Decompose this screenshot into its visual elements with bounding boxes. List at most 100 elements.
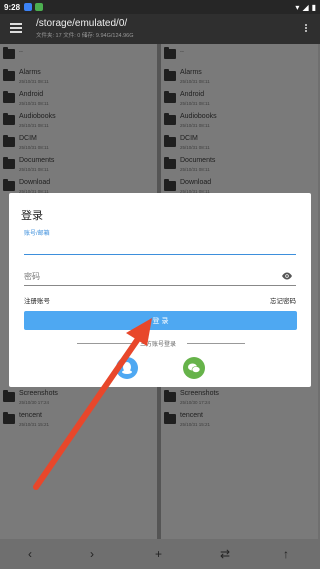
list-item[interactable]: .. — [161, 44, 318, 66]
current-path: /storage/emulated/0/ — [36, 18, 128, 29]
file-date: 25/10/31 08:11 — [19, 101, 49, 106]
folder-icon — [3, 157, 15, 169]
file-date: 25/10/31 08:11 — [180, 101, 210, 106]
file-name: tencent — [180, 412, 203, 419]
signal-icon: ◢ — [302, 2, 309, 12]
file-name: Alarms — [19, 69, 41, 76]
file-name: Screenshots — [180, 390, 219, 397]
file-name: Alarms — [180, 69, 202, 76]
file-name: .. — [19, 47, 23, 54]
wechat-login-button[interactable] — [183, 357, 205, 379]
folder-icon — [3, 91, 15, 103]
file-name: Download — [19, 179, 51, 186]
list-item[interactable]: DCIM 25/10/31 08:11 — [161, 132, 318, 154]
file-date: 25/10/31 15:21 — [180, 422, 211, 427]
folder-icon — [164, 179, 176, 191]
file-name: Download — [180, 179, 212, 186]
qq-penguin-icon — [122, 362, 132, 374]
file-name: Screenshots — [19, 390, 58, 397]
file-date: 25/10/31 08:11 — [19, 167, 49, 172]
list-item[interactable]: Screenshots 25/10/30 17:24 — [0, 387, 157, 409]
file-date: 25/10/30 17:24 — [180, 400, 211, 405]
folder-icon — [3, 113, 15, 125]
file-name: Documents — [19, 157, 55, 164]
file-name: .. — [180, 47, 184, 54]
folder-icon — [164, 91, 176, 103]
folder-icon — [3, 135, 15, 147]
list-item[interactable]: .. — [0, 44, 157, 66]
folder-icon — [3, 412, 15, 424]
file-name: Documents — [180, 157, 216, 164]
file-name: DCIM — [180, 135, 198, 142]
swap-icon[interactable]: ⇄ — [220, 547, 230, 561]
third-party-login-label: 三方账号登录 — [140, 342, 177, 348]
account-field-label: 账号/邮箱 — [24, 231, 50, 237]
list-item[interactable]: Screenshots 25/10/30 17:24 — [161, 387, 318, 409]
file-name: Android — [180, 91, 205, 98]
battery-icon: ▮ — [311, 2, 316, 12]
password-field[interactable] — [24, 268, 279, 284]
list-item[interactable]: Documents 25/10/31 08:11 — [161, 154, 318, 176]
file-name: DCIM — [19, 135, 37, 142]
list-item[interactable]: DCIM 25/10/31 08:11 — [0, 132, 157, 154]
file-date: 25/10/31 08:11 — [180, 145, 210, 150]
folder-icon — [3, 69, 15, 81]
status-time: 9:28 — [4, 2, 21, 12]
dialog-title: 登录 — [21, 210, 43, 222]
folder-icon — [164, 113, 176, 125]
android-notification-icon — [35, 3, 44, 11]
divider-line-left — [77, 343, 135, 344]
login-button[interactable]: 登 录 — [24, 311, 297, 330]
account-field[interactable] — [24, 254, 296, 255]
list-item[interactable]: tencent 25/10/31 15:21 — [161, 409, 318, 431]
list-item[interactable]: tencent 25/10/31 15:21 — [0, 409, 157, 431]
app-bar: /storage/emulated/0/ 文件夹: 17 文件: 0 储存: 9… — [0, 14, 320, 44]
hamburger-menu-icon[interactable] — [10, 23, 22, 33]
file-name: Android — [19, 91, 44, 98]
folder-icon — [3, 390, 15, 402]
file-date: 25/10/30 17:24 — [19, 400, 50, 405]
divider-line-right — [187, 343, 245, 344]
list-item[interactable]: Android 25/10/31 08:11 — [161, 88, 318, 110]
file-date: 25/10/31 08:11 — [19, 123, 49, 128]
file-name: tencent — [19, 412, 42, 419]
password-underline — [24, 285, 296, 286]
list-item[interactable]: Documents 25/10/31 08:11 — [0, 154, 157, 176]
status-bar: 9:28 ▾ ◢ ▮ — [0, 0, 320, 14]
show-password-eye-icon[interactable] — [281, 272, 293, 280]
register-link[interactable]: 注册账号 — [24, 295, 50, 305]
wifi-icon: ▾ — [295, 2, 300, 12]
list-item[interactable]: Android 25/10/31 08:11 — [0, 88, 157, 110]
app-notification-icon — [24, 3, 33, 11]
folder-icon — [3, 179, 15, 191]
list-item[interactable]: Audiobooks 25/10/31 08:11 — [161, 110, 318, 132]
storage-summary: 文件夹: 17 文件: 0 储存: 9.94G/124.96G — [36, 33, 134, 39]
folder-icon — [3, 47, 15, 59]
file-date: 25/10/31 08:11 — [180, 167, 210, 172]
file-date: 25/10/31 08:11 — [180, 123, 210, 128]
file-date: 25/10/31 08:11 — [180, 79, 210, 84]
add-icon[interactable]: + — [155, 547, 162, 561]
file-date: 25/10/31 08:11 — [19, 79, 49, 84]
file-date: 25/10/31 15:21 — [19, 422, 50, 427]
file-name: Audiobooks — [180, 113, 217, 120]
forgot-password-link[interactable]: 忘记密码 — [270, 295, 296, 305]
login-dialog: 登录 账号/邮箱 注册账号 忘记密码 登 录 三方账号登录 — [9, 193, 311, 387]
more-options-icon[interactable] — [305, 24, 308, 34]
forward-icon[interactable]: › — [90, 547, 94, 561]
wechat-icon — [188, 363, 201, 373]
status-icons: ▾ ◢ ▮ — [295, 3, 316, 12]
folder-icon — [164, 412, 176, 424]
folder-icon — [164, 390, 176, 402]
list-item[interactable]: Audiobooks 25/10/31 08:11 — [0, 110, 157, 132]
folder-icon — [164, 135, 176, 147]
file-name: Audiobooks — [19, 113, 56, 120]
up-arrow-icon[interactable]: ↑ — [283, 547, 289, 561]
folder-icon — [164, 47, 176, 59]
file-date: 25/10/31 08:11 — [19, 145, 49, 150]
folder-icon — [164, 157, 176, 169]
qq-login-button[interactable] — [116, 357, 138, 379]
list-item[interactable]: Alarms 25/10/31 08:11 — [161, 66, 318, 88]
list-item[interactable]: Alarms 25/10/31 08:11 — [0, 66, 157, 88]
back-icon[interactable]: ‹ — [28, 547, 32, 561]
